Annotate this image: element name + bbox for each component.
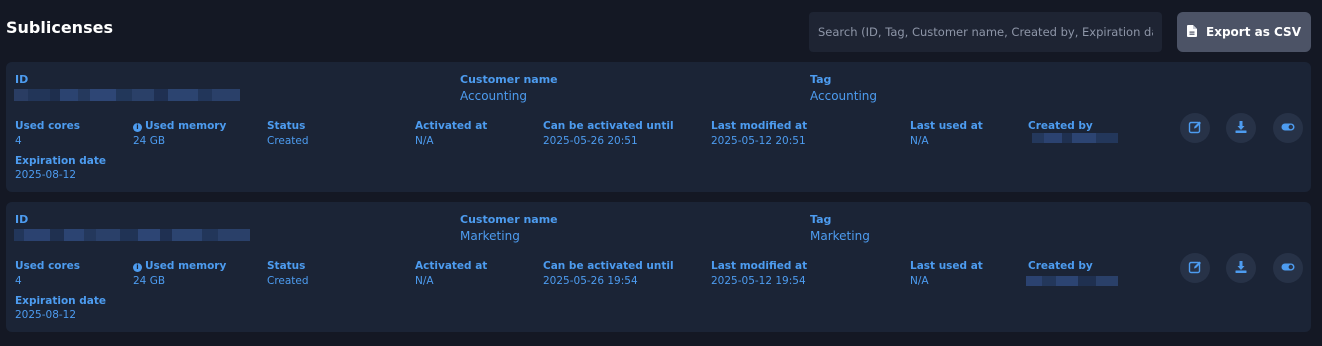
used-memory-value: 24 GB [133, 275, 166, 287]
expiration-date-label: Expiration date [15, 155, 107, 167]
status-label: Status [267, 260, 306, 272]
used-cores-label: Used cores [15, 260, 81, 272]
toggle-button[interactable] [1273, 113, 1303, 143]
last-used-at-label: Last used at [910, 120, 983, 132]
used-cores-value: 4 [15, 275, 22, 287]
created-by-value-redacted [1026, 276, 1118, 286]
activated-at-value: N/A [415, 275, 434, 287]
customer-name-value: Accounting [460, 89, 528, 103]
expiration-date-label: Expiration date [15, 295, 107, 307]
edit-button[interactable] [1180, 253, 1210, 283]
edit-button[interactable] [1180, 113, 1210, 143]
created-by-label: Created by [1028, 120, 1093, 132]
status-label: Status [267, 120, 306, 132]
expiration-date-value: 2025-08-12 [15, 309, 77, 321]
sublicense-card: ID Customer name Accounting Tag Accounti… [6, 62, 1311, 192]
created-by-value-redacted [1032, 133, 1118, 143]
created-by-label: Created by [1028, 260, 1093, 272]
customer-name-value: Marketing [460, 229, 520, 243]
id-value-redacted [14, 89, 240, 101]
toggle-icon [1281, 119, 1295, 138]
used-memory-label: i Used memory [133, 120, 226, 132]
edit-icon [1188, 119, 1202, 138]
used-memory-value: 24 GB [133, 135, 166, 147]
expiration-date-value: 2025-08-12 [15, 169, 77, 181]
activated-at-label: Activated at [415, 260, 488, 272]
csv-file-icon [1187, 24, 1197, 40]
status-value: Created [267, 275, 309, 287]
last-modified-at-label: Last modified at [711, 260, 808, 272]
tag-label: Tag [810, 213, 832, 226]
id-value-redacted [14, 229, 250, 241]
last-modified-at-label: Last modified at [711, 120, 808, 132]
can-be-activated-until-label: Can be activated until [543, 120, 674, 132]
activated-at-value: N/A [415, 135, 434, 147]
id-label: ID [15, 213, 29, 226]
last-used-at-value: N/A [910, 275, 929, 287]
download-button[interactable] [1226, 253, 1256, 283]
toggle-icon [1281, 259, 1295, 278]
can-be-activated-until-value: 2025-05-26 19:54 [543, 275, 638, 287]
activated-at-label: Activated at [415, 120, 488, 132]
sublicense-card: ID Customer name Marketing Tag Marketing… [6, 202, 1311, 332]
download-icon [1234, 259, 1248, 278]
last-modified-at-value: 2025-05-12 20:51 [711, 135, 806, 147]
export-csv-label: Export as CSV [1206, 25, 1301, 39]
can-be-activated-until-value: 2025-05-26 20:51 [543, 135, 638, 147]
info-icon[interactable]: i [133, 263, 142, 272]
info-icon[interactable]: i [133, 123, 142, 132]
status-value: Created [267, 135, 309, 147]
search-input[interactable] [809, 12, 1162, 52]
export-csv-button[interactable]: Export as CSV [1177, 12, 1311, 52]
last-used-at-label: Last used at [910, 260, 983, 272]
edit-icon [1188, 259, 1202, 278]
used-memory-label: i Used memory [133, 260, 226, 272]
last-used-at-value: N/A [910, 135, 929, 147]
used-cores-label: Used cores [15, 120, 81, 132]
tag-label: Tag [810, 73, 832, 86]
customer-name-label: Customer name [460, 213, 558, 226]
tag-value: Accounting [810, 89, 878, 103]
tag-value: Marketing [810, 229, 870, 243]
download-button[interactable] [1226, 113, 1256, 143]
page-title: Sublicenses [6, 18, 113, 37]
toggle-button[interactable] [1273, 253, 1303, 283]
last-modified-at-value: 2025-05-12 19:54 [711, 275, 806, 287]
id-label: ID [15, 73, 29, 86]
can-be-activated-until-label: Can be activated until [543, 260, 674, 272]
download-icon [1234, 119, 1248, 138]
used-cores-value: 4 [15, 135, 22, 147]
customer-name-label: Customer name [460, 73, 558, 86]
